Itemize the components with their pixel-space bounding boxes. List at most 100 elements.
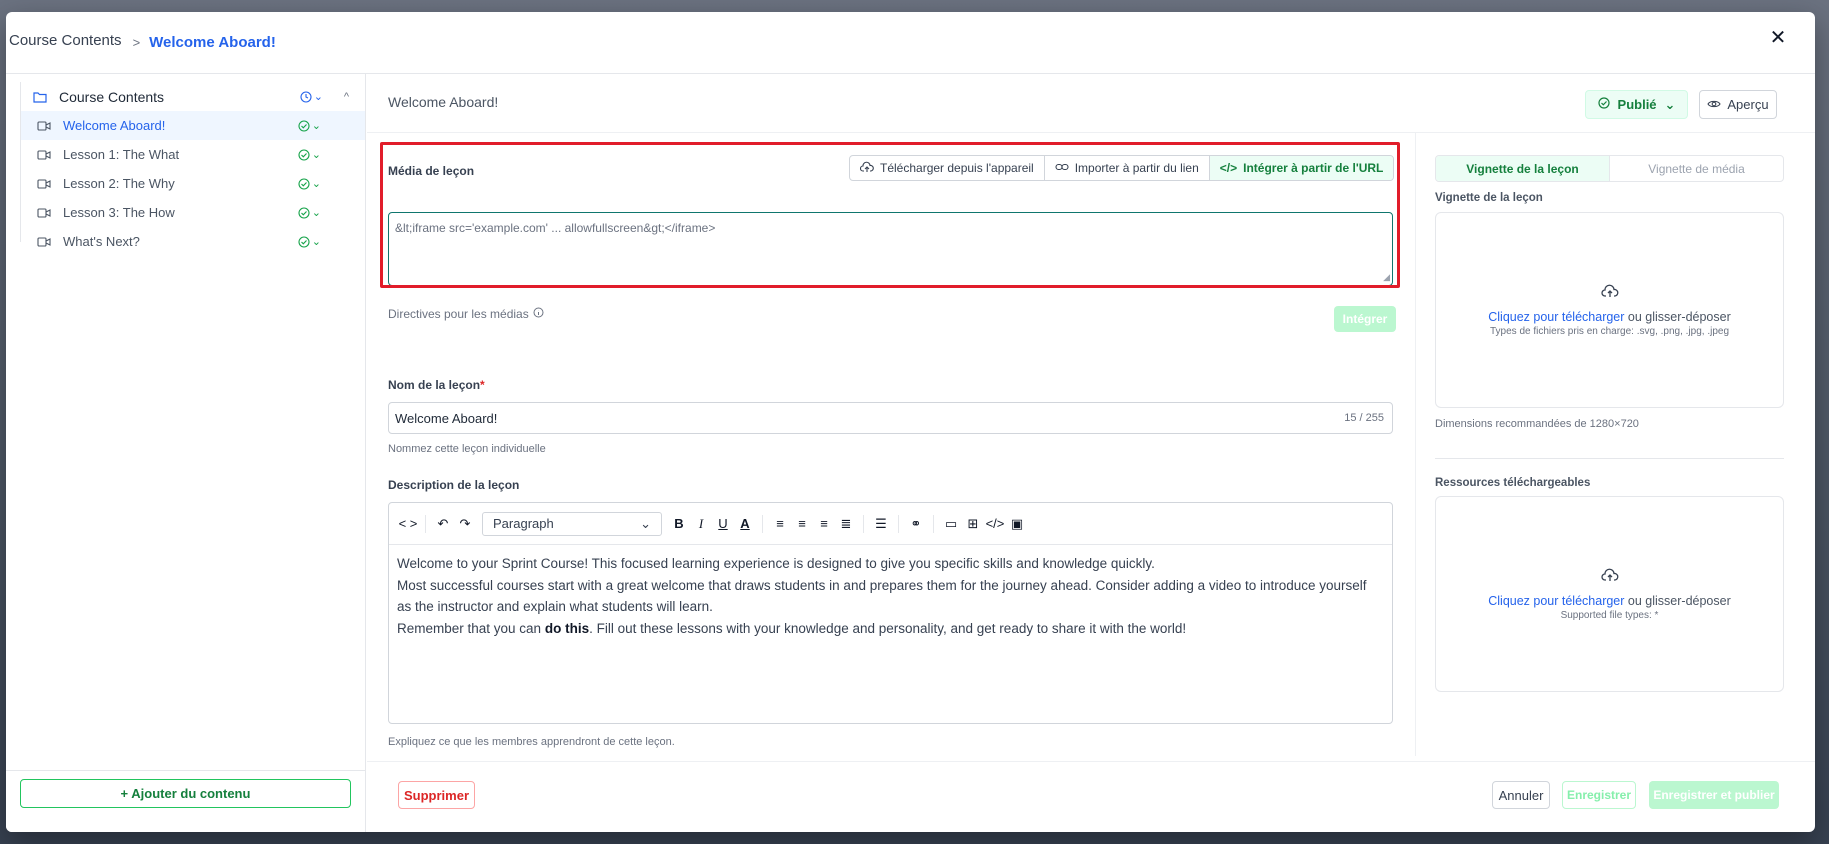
toolbar-divider [933, 514, 934, 533]
align-center-icon[interactable]: ≡ [791, 513, 813, 535]
bullet-list-icon[interactable]: ☰ [870, 513, 892, 535]
upload-cloud-icon [1600, 567, 1619, 588]
resources-label: Ressources téléchargeables [1435, 477, 1591, 489]
add-content-button[interactable]: + Ajouter du contenu [20, 779, 351, 808]
rich-text-editor: < > ↶ ↷ Paragraph ⌄ B I U A ≡ ≡ ≡ ≣ ☰ ⚭ … [388, 502, 1393, 724]
breadcrumb-current: Welcome Aboard! [149, 34, 276, 51]
toolbar-divider [425, 514, 426, 533]
divider [367, 132, 1815, 133]
sidebar-item-label: Lesson 3: The How [63, 205, 175, 220]
cancel-label: Annuler [1498, 787, 1544, 803]
sidebar-item-lesson-3[interactable]: Lesson 3: The How ⌄ [21, 198, 365, 227]
save-label: Enregistrer [1566, 788, 1632, 802]
thumbnail-dropzone[interactable]: Cliquez pour télécharger ou glisser-dépo… [1435, 212, 1784, 408]
save-publish-label: Enregistrer et publier [1653, 788, 1775, 802]
thumbnail-tabs: Vignette de la leçon Vignette de média [1435, 155, 1784, 182]
recommended-dimensions: Dimensions recommandées de 1280×720 [1435, 418, 1639, 430]
redo-icon[interactable]: ↷ [454, 513, 476, 535]
preview-label: Aperçu [1727, 97, 1769, 112]
editor-content[interactable]: Welcome to your Sprint Course! This focu… [389, 545, 1392, 647]
video-icon [35, 235, 53, 249]
thumbnail-label: Vignette de la leçon [1435, 192, 1543, 204]
published-status-icon[interactable]: ⌄ [298, 235, 321, 248]
lesson-name-input[interactable]: Welcome Aboard! 15 / 255 [388, 402, 1393, 434]
sidebar-item-welcome-aboard[interactable]: Welcome Aboard! ⌄ [21, 111, 365, 140]
sidebar-item-label: Lesson 1: The What [63, 147, 180, 162]
schedule-status-icon[interactable]: ⌄ [300, 90, 323, 103]
sidebar-item-label: Welcome Aboard! [63, 118, 166, 133]
close-icon[interactable]: ✕ [1765, 24, 1791, 50]
preview-button[interactable]: Aperçu [1699, 90, 1777, 119]
underline-icon[interactable]: U [712, 513, 734, 535]
media-guidelines-label: Directives pour les médias [388, 307, 529, 321]
thumbnail-upload-text: Cliquez pour télécharger ou glisser-dépo… [1488, 310, 1731, 324]
image-icon[interactable]: ▣ [1006, 513, 1028, 535]
published-status-icon[interactable]: ⌄ [298, 206, 321, 219]
link-icon[interactable]: ⚭ [905, 513, 927, 535]
add-content-label: + Ajouter du contenu [120, 786, 251, 801]
sidebar-root-label: Course Contents [59, 88, 165, 105]
resources-dropzone[interactable]: Cliquez pour télécharger ou glisser-dépo… [1435, 496, 1784, 692]
content-tree: Course Contents ⌄ ^ Welcome Aboard! ⌄ Le… [20, 82, 365, 249]
media-embed-icon[interactable]: ▭ [940, 513, 962, 535]
editor-toolbar: < > ↶ ↷ Paragraph ⌄ B I U A ≡ ≡ ≡ ≣ ☰ ⚭ … [389, 503, 1392, 545]
description-text: Remember that you can [397, 620, 545, 636]
click-to-upload-link[interactable]: Cliquez pour télécharger [1488, 594, 1624, 608]
eye-icon [1707, 97, 1722, 112]
description-paragraph: Remember that you can do this. Fill out … [397, 618, 1384, 640]
paragraph-format-select[interactable]: Paragraph ⌄ [482, 511, 662, 536]
description-paragraph: Welcome to your Sprint Course! This focu… [397, 556, 1155, 571]
publish-status-dropdown[interactable]: Publié ⌄ [1585, 90, 1688, 119]
sidebar: Course Contents ⌄ ^ Welcome Aboard! ⌄ Le… [6, 74, 366, 832]
drag-drop-text: ou glisser-déposer [1624, 594, 1731, 608]
media-guidelines-link[interactable]: Directives pour les médias [388, 307, 544, 321]
description-text: . Fill out these lessons with your knowl… [589, 620, 1187, 636]
lesson-name-value: Welcome Aboard! [395, 410, 498, 426]
chevron-down-icon: ⌄ [311, 149, 321, 161]
tab-media-thumbnail[interactable]: Vignette de média [1610, 156, 1783, 181]
sidebar-item-lesson-2[interactable]: Lesson 2: The Why ⌄ [21, 169, 365, 198]
align-right-icon[interactable]: ≡ [813, 513, 835, 535]
sidebar-item-lesson-1[interactable]: Lesson 1: The What ⌄ [21, 140, 365, 169]
cancel-button[interactable]: Annuler [1492, 781, 1550, 809]
table-icon[interactable]: ⊞ [962, 513, 984, 535]
italic-icon[interactable]: I [690, 513, 712, 535]
published-status-icon[interactable]: ⌄ [298, 119, 321, 132]
chevron-down-icon: ⌄ [1664, 96, 1676, 112]
delete-button[interactable]: Supprimer [398, 781, 475, 809]
bold-icon[interactable]: B [668, 513, 690, 535]
lesson-name-label-text: Nom de la leçon [388, 378, 481, 392]
source-code-icon[interactable]: < > [397, 513, 419, 535]
save-button[interactable]: Enregistrer [1562, 781, 1636, 809]
breadcrumb-root[interactable]: Course Contents [9, 32, 122, 49]
align-justify-icon[interactable]: ≣ [835, 513, 857, 535]
chevron-down-icon: ⌄ [311, 207, 321, 219]
save-and-publish-button[interactable]: Enregistrer et publier [1649, 781, 1779, 809]
breadcrumb: Course Contents > Welcome Aboard! [9, 32, 276, 51]
delete-label: Supprimer [403, 787, 469, 803]
text-color-icon[interactable]: A [734, 513, 756, 535]
collapse-chevron-up-icon[interactable]: ^ [344, 91, 349, 103]
published-status-icon[interactable]: ⌄ [298, 148, 321, 161]
sidebar-item-label: Lesson 2: The Why [63, 176, 175, 191]
integrate-button[interactable]: Intégrer [1334, 306, 1396, 332]
click-to-upload-link[interactable]: Cliquez pour télécharger [1488, 310, 1624, 324]
description-helper: Expliquez ce que les membres apprendront… [388, 736, 675, 748]
undo-icon[interactable]: ↶ [432, 513, 454, 535]
chevron-down-icon: ⌄ [640, 515, 651, 531]
tab-lesson-thumbnail[interactable]: Vignette de la leçon [1436, 156, 1610, 181]
upload-cloud-icon [1600, 283, 1619, 304]
published-status-icon[interactable]: ⌄ [298, 177, 321, 190]
sidebar-root-course-contents[interactable]: Course Contents ⌄ ^ [21, 82, 365, 111]
video-icon [35, 148, 53, 162]
publish-label: Publié [1617, 97, 1657, 112]
supported-types-text: Supported file types: * [1560, 610, 1659, 621]
divider [1435, 458, 1784, 459]
lesson-name-label: Nom de la leçon* [388, 378, 485, 392]
sidebar-item-whats-next[interactable]: What's Next? ⌄ [21, 227, 365, 256]
folder-icon [31, 90, 49, 104]
supported-types-text: Types de fichiers pris en charge: .svg, … [1489, 326, 1730, 337]
code-icon[interactable]: </> [984, 513, 1006, 535]
chevron-down-icon: ⌄ [311, 236, 321, 248]
align-left-icon[interactable]: ≡ [769, 513, 791, 535]
